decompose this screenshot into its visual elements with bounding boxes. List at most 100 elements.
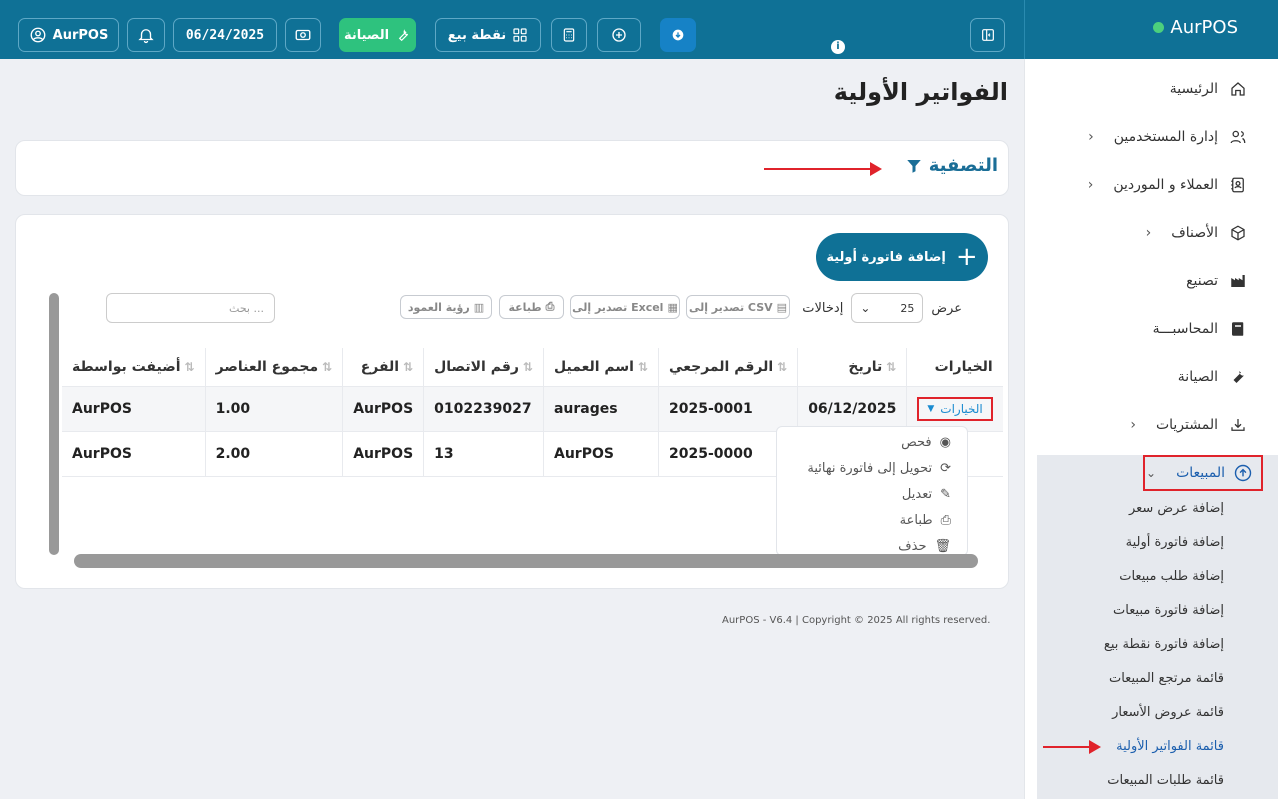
chevron-left-icon: ‹ [1130,417,1136,433]
maintenance-button[interactable]: الصيانة [339,18,416,52]
excel-label: تصدير إلى Excel [572,300,664,314]
sidebar-item-accounting[interactable]: المحاسبـــة [1153,314,1248,344]
factory-icon [1228,271,1248,291]
sidebar-item-purchases[interactable]: المشتريات ‹ [1130,410,1248,440]
sidebar-item-maintenance[interactable]: الصيانة [1178,362,1248,392]
sidebar-item-sales[interactable]: ⌄ المبيعات [1143,455,1263,491]
export-excel-button[interactable]: تصدير إلى Excel ▦ [570,295,680,319]
filter-toggle[interactable]: التصفية [905,155,998,176]
submenu-add-pos-invoice[interactable]: إضافة فاتورة نقطة بيع [1104,637,1224,652]
top-bar: AurPOS 06/24/2025 الصيانة نقطة بيع i [0,0,1024,59]
options-dropdown-menu: ◉ فحص ⟳ تحويل إلى فاتورة نهائية ✎ تعديل … [776,426,968,556]
options-label: الخيارات [940,401,983,416]
search-input[interactable]: بحث ... [106,293,275,323]
submenu-add-sales-order[interactable]: إضافة طلب مبيعات [1119,569,1224,584]
page-size-value: 25 [900,301,915,315]
date-display[interactable]: 06/24/2025 [173,18,277,52]
options-dropdown-button[interactable]: الخيارات ▼ [917,396,993,421]
sort-icon: ⇅ [522,359,533,374]
edit-icon: ✎ [940,487,951,502]
cell-branch: AurPOS [342,386,424,432]
column-header-date[interactable]: ⇅تاريخ [797,348,907,387]
pos-button[interactable]: نقطة بيع [435,18,541,52]
add-proforma-button[interactable]: إضافة فاتورة أولية + [816,233,988,281]
sidebar-item-label: الأصناف [1171,225,1218,241]
submenu-add-quotation[interactable]: إضافة عرض سعر [1129,501,1224,516]
vertical-scrollbar[interactable] [49,293,59,555]
filter-card[interactable]: التصفية [15,140,1009,196]
cell-customer: aurages [542,386,659,432]
cell-total: 2.00 [204,431,343,477]
cell-customer: AurPOS [542,431,659,477]
brand-name: AurPOS [1170,17,1238,38]
submenu-add-proforma[interactable]: إضافة فاتورة أولية [1126,535,1224,550]
cell-branch: AurPOS [342,431,424,477]
menu-item-view[interactable]: ◉ فحص [901,435,951,450]
chevron-down-icon: ⌄ [1146,466,1157,480]
sidebar-item-products[interactable]: الأصناف ‹ [1146,218,1248,248]
column-header-options: الخيارات [906,348,1003,387]
contacts-icon [1228,175,1248,195]
add-circle-button[interactable] [597,18,641,52]
column-header-phone[interactable]: ⇅رقم الاتصال [423,348,544,387]
page-title: الفواتير الأولية [833,78,1008,106]
sidebar-item-manufacturing[interactable]: تصنيع [1186,266,1248,296]
plus-icon: + [955,242,978,272]
sidebar-item-label: المبيعات [1176,465,1225,481]
notifications-button[interactable] [127,18,165,52]
show-label: عرض [931,300,962,316]
column-header-added-by[interactable]: ⇅أضيفت بواسطة [62,348,206,387]
cell-phone: 13 [423,431,544,477]
box-icon [1228,223,1248,243]
sidebar-toggle-button[interactable] [970,18,1005,52]
menu-item-delete[interactable]: 🗑 حذف [898,539,951,554]
wrench-icon [1228,367,1248,387]
panel-toggle-icon [981,29,994,41]
column-visibility-button[interactable]: رؤية العمود ▥ [400,295,492,319]
user-button[interactable]: AurPOS [18,18,119,52]
menu-item-convert[interactable]: ⟳ تحويل إلى فاتورة نهائية [807,461,951,476]
cell-added-by: AurPOS [62,386,206,432]
footer-copyright: AurPOS - V6.4 | Copyright © 2025 All rig… [722,615,991,626]
cell-total: 1.00 [204,386,343,432]
funnel-icon [907,159,921,173]
sidebar-item-customers[interactable]: العملاء و الموردين ‹ [1088,170,1248,200]
submenu-quotations-list[interactable]: قائمة عروض الأسعار [1112,705,1224,720]
sort-icon: ⇅ [886,359,897,374]
status-dot-icon [1153,22,1165,33]
column-header-customer[interactable]: ⇅اسم العميل [542,348,659,387]
submenu-proforma-list[interactable]: قائمة الفواتير الأولية [1116,739,1224,754]
horizontal-scrollbar[interactable] [74,554,978,568]
sort-icon: ⇅ [322,359,333,374]
column-header-total[interactable]: ⇅مجموع العناصر [204,348,343,387]
menu-item-print[interactable]: ⎙ طباعة [900,513,951,528]
sort-icon: ⇅ [637,359,649,374]
column-header-ref[interactable]: ⇅الرقم المرجعي [658,348,798,387]
download-button[interactable] [660,18,696,52]
printer-icon: ⎙ [545,300,555,313]
bell-icon [138,29,154,44]
info-icon[interactable]: i [831,40,845,54]
upload-circle-icon [1234,464,1252,482]
sort-icon: ⇅ [777,359,788,374]
submenu-sales-returns[interactable]: قائمة مرتجع المبيعات [1109,671,1224,686]
cash-button[interactable] [285,18,321,52]
page-size-select[interactable]: ⌄ 25 [851,293,924,323]
column-header-branch[interactable]: ⇅الفرع [342,348,424,387]
submenu-sales-orders-list[interactable]: قائمة طلبات المبيعات [1107,773,1224,788]
calculator-icon [563,28,575,42]
cell-date: 06/12/2025 [797,386,907,432]
sidebar-item-home[interactable]: الرئيسية [1170,74,1248,104]
submenu-add-sales-invoice[interactable]: إضافة فاتورة مبيعات [1113,603,1224,618]
users-icon [1228,127,1248,147]
sidebar-item-label: الرئيسية [1169,81,1218,97]
sidebar-item-users[interactable]: إدارة المستخدمين ‹ [1088,122,1248,152]
print-button[interactable]: طباعة ⎙ [499,295,564,319]
chevron-left-icon: ‹ [1145,225,1152,241]
columns-label: رؤية العمود [407,300,470,314]
brand-logo[interactable]: AurPOS [1153,17,1238,38]
export-csv-button[interactable]: تصدير إلى CSV ▤ [686,295,790,319]
menu-item-edit[interactable]: ✎ تعديل [902,487,951,502]
calculator-button[interactable] [551,18,587,52]
home-icon [1228,79,1248,99]
